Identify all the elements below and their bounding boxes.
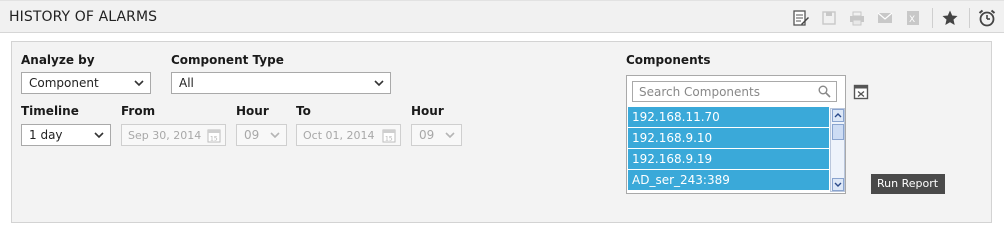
from-date-field[interactable]: Sep 30, 2014 15 [121,124,226,146]
chevron-down-icon [374,80,384,87]
timeline-value: 1 day [29,128,63,142]
scroll-down-icon[interactable] [832,178,844,191]
components-scrollbar[interactable] [830,108,845,192]
from-hour-label: Hour [236,104,269,118]
print-icon[interactable] [846,8,868,28]
to-hour-select[interactable]: 09 [411,124,462,146]
run-report-button[interactable]: Run Report [871,174,945,194]
save-icon[interactable] [818,8,840,28]
export-excel-icon[interactable]: X [902,8,924,28]
scrollbar-thumb[interactable] [832,124,844,140]
component-type-value: All [179,76,194,90]
list-item[interactable]: 192.168.11.70 [628,107,829,128]
svg-text:15: 15 [385,136,393,143]
timeline-select[interactable]: 1 day [21,124,111,146]
to-hour-label: Hour [411,104,444,118]
analyze-by-label: Analyze by [21,53,95,67]
scroll-up-icon[interactable] [832,109,844,122]
list-item[interactable]: AD_ser_243:389 [628,170,829,191]
favorite-star-icon[interactable] [939,8,961,28]
analyze-by-select[interactable]: Component [21,72,151,94]
toolbar-separator [932,8,933,28]
chevron-down-icon [445,132,455,139]
components-list: 192.168.11.70 192.168.9.10 192.168.9.19 … [628,107,829,193]
page-title: HISTORY OF ALARMS [9,9,158,25]
svg-text:X: X [909,15,915,25]
component-type-select[interactable]: All [171,72,391,94]
to-label: To [296,104,311,118]
clear-selection-icon[interactable] [853,84,869,103]
search-placeholder: Search Components [639,85,760,99]
components-multiselect: Search Components 192.168.11.70 192.168.… [626,75,846,194]
chevron-down-icon [270,132,280,139]
search-icon[interactable] [818,85,831,101]
chevron-down-icon [134,80,144,87]
toolbar-separator [969,8,970,28]
to-hour-value: 09 [419,128,435,142]
svg-text:15: 15 [210,136,218,143]
components-label: Components [626,53,711,67]
timeline-label: Timeline [21,104,79,118]
from-date-value: Sep 30, 2014 [128,129,202,142]
from-hour-select[interactable]: 09 [236,124,287,146]
header-bar: HISTORY OF ALARMS X [0,0,1004,33]
email-icon[interactable] [874,8,896,28]
chevron-down-icon [94,132,104,139]
to-date-value: Oct 01, 2014 [303,129,375,142]
list-item[interactable]: 192.168.9.10 [628,128,829,149]
schedule-alarm-clock-icon[interactable] [976,8,998,28]
analyze-by-value: Component [29,76,99,90]
list-item[interactable]: 192.168.9.19 [628,149,829,170]
toolbar: X [784,7,998,29]
edit-report-icon[interactable] [790,8,812,28]
component-type-label: Component Type [171,53,284,67]
from-hour-value: 09 [244,128,260,142]
from-label: From [121,104,156,118]
search-components-input[interactable]: Search Components [632,81,837,102]
calendar-icon[interactable]: 15 [382,128,396,146]
calendar-icon[interactable]: 15 [207,128,221,146]
to-date-field[interactable]: Oct 01, 2014 15 [296,124,401,146]
